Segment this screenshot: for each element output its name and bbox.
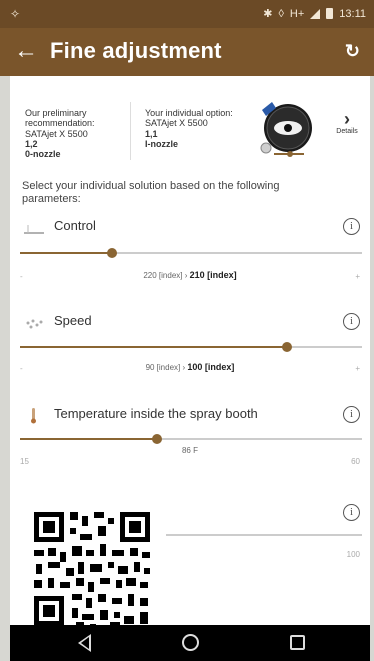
info-icon[interactable]: i — [343, 406, 360, 423]
slider-fill — [20, 438, 157, 440]
signal-icon — [310, 8, 321, 19]
slider-thumb[interactable] — [151, 434, 162, 444]
refresh-icon[interactable]: ↻ — [345, 41, 360, 62]
param-label: Temperature inside the spray booth — [54, 406, 258, 421]
nav-back-icon[interactable] — [78, 634, 91, 652]
param-speed: Speed i - + 90 [index] › 100 [index] — [10, 313, 370, 383]
details-label: Details — [336, 128, 358, 135]
value-target: 100 [index] — [187, 362, 235, 372]
individual-nozzle: I-nozzle — [145, 139, 178, 150]
individual-size: 1,1 — [145, 128, 158, 139]
status-icons: ✱ ◊ H+ 13:11 — [263, 7, 366, 21]
slider-temperature[interactable] — [20, 434, 362, 444]
network-type-label: H+ — [289, 7, 305, 20]
slider-speed[interactable] — [20, 342, 362, 352]
individual-model: SATAjet X 5500 — [145, 118, 208, 129]
satellite-icon: ✧ — [10, 7, 21, 21]
slider-control[interactable] — [20, 248, 362, 258]
info-icon[interactable]: i — [343, 504, 360, 521]
preliminary-nozzle: 0-nozzle — [25, 149, 61, 160]
nav-recent-icon[interactable] — [290, 635, 305, 650]
individual-option: Your individual option: SATAjet X 5500 1… — [145, 108, 243, 149]
individual-caption: Your individual option: — [145, 108, 233, 118]
qr-code-image — [20, 498, 166, 642]
value-current: 90 [index] — [145, 363, 181, 372]
value-current: 86 F — [181, 446, 198, 455]
preliminary-recommendation: Our preliminary recommendation: SATAjet … — [25, 108, 125, 160]
value-current: 220 [index] — [143, 271, 183, 280]
slider-value: 220 [index] › 210 [index] — [10, 270, 370, 280]
bluetooth-icon: ✱ — [263, 8, 273, 20]
param-control: Control i - + 220 [index] › 210 [index] — [10, 218, 370, 288]
slider-value: 86 F — [10, 446, 370, 455]
recommendation-panel: Our preliminary recommendation: SATAjet … — [10, 76, 370, 180]
slider-thumb[interactable] — [107, 248, 118, 258]
value-arrow: › — [182, 363, 186, 372]
status-bar: ✧ ✱ ◊ H+ 13:11 — [0, 0, 374, 28]
chevron-right-icon: › — [344, 109, 350, 129]
slider-min: 15 — [20, 457, 29, 466]
slider-max: 60 — [351, 457, 360, 466]
details-button[interactable]: › Details — [330, 110, 364, 135]
navigation-bar — [10, 625, 370, 661]
select-instruction: Select your individual solution based on… — [22, 180, 280, 205]
param-temperature: Temperature inside the spray booth i 15 … — [10, 406, 370, 466]
preliminary-model: SATAjet X 5500 — [25, 128, 88, 139]
info-icon[interactable]: i — [343, 313, 360, 330]
info-icon[interactable]: i — [343, 218, 360, 235]
thermometer-icon — [31, 408, 36, 424]
preliminary-caption: Our preliminary recommendation: — [25, 108, 95, 129]
arrow-left-icon[interactable]: ← — [14, 37, 38, 65]
page-title: Fine adjustment — [50, 38, 222, 63]
speed-icon — [26, 319, 43, 329]
nozzle-image — [254, 98, 318, 162]
control-icon — [24, 225, 44, 234]
battery-icon — [326, 8, 334, 19]
slider-thumb[interactable] — [281, 342, 292, 352]
param-label: Speed — [54, 313, 92, 328]
slider-max: 100 — [346, 550, 360, 559]
nav-home-icon[interactable] — [182, 634, 199, 651]
value-arrow: › — [184, 271, 188, 280]
slider-fill — [20, 346, 287, 348]
preliminary-size: 1,2 — [25, 139, 38, 150]
value-target: 210 [index] — [189, 270, 237, 280]
slider-fill — [20, 252, 113, 254]
qr-code — [20, 498, 166, 642]
slider-value: 90 [index] › 100 [index] — [10, 362, 370, 372]
status-time: 13:11 — [339, 7, 366, 20]
vibrate-icon: ◊ — [278, 7, 284, 20]
divider — [130, 102, 131, 160]
param-label: Control — [54, 218, 96, 233]
app-bar: ← Fine adjustment ↻ — [0, 28, 374, 76]
